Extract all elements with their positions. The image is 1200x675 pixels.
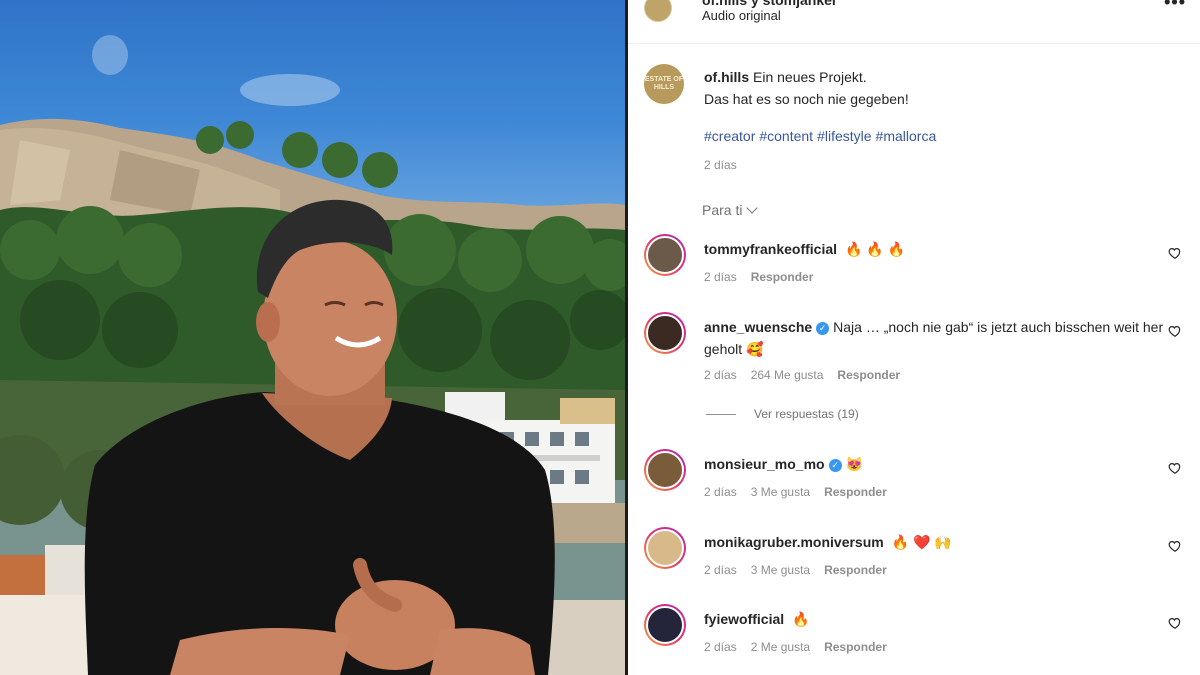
comment-likes[interactable]: 264 Me gusta [751, 368, 824, 382]
comment-time: 2 días [704, 640, 737, 654]
comment-time: 2 días [704, 368, 737, 382]
heart-icon[interactable] [1168, 616, 1182, 630]
comment-username[interactable]: anne_wuensche [704, 319, 812, 335]
comment-emoji: 🔥 🔥 🔥 [845, 241, 906, 257]
verified-badge-icon: ✓ [828, 459, 842, 472]
verified-badge-icon: ✓ [816, 322, 830, 335]
caption-timestamp: 2 días [704, 158, 737, 172]
heart-icon[interactable] [1168, 461, 1182, 475]
heart-icon[interactable] [1168, 539, 1182, 553]
comments-panel: of.hills y stomjanker Audio original •••… [628, 0, 1200, 675]
audio-label[interactable]: Audio original [702, 8, 781, 23]
comment-avatar[interactable] [644, 604, 686, 646]
caption-avatar[interactable]: ESTATE OF HILLS [644, 64, 684, 104]
avatar-logo-text: ESTATE OF HILLS [644, 76, 684, 91]
comment-body: fyiewofficial 🔥 [704, 608, 1164, 630]
sort-dropdown[interactable]: Para ti [702, 202, 759, 218]
comment-body: monsieur_mo_mo ✓ 😻 [704, 453, 1164, 475]
comment-meta: 2 días Responder [704, 270, 827, 284]
comment-username[interactable]: monsieur_mo_mo [704, 456, 825, 472]
comment-meta: 2 días 3 Me gusta Responder [704, 485, 901, 499]
comment-meta: 2 días 3 Me gusta Responder [704, 563, 901, 577]
view-replies-button[interactable]: Ver respuestas (19) [706, 407, 859, 421]
comment-username[interactable]: monikagruber.moniversum [704, 534, 884, 550]
reply-button[interactable]: Responder [837, 368, 900, 382]
comment-avatar[interactable] [644, 234, 686, 276]
caption-line2: Das hat es so noch nie gegeben! [704, 91, 909, 107]
post-header: of.hills y stomjanker Audio original ••• [628, 0, 1200, 44]
caption-text: of.hills Ein neues Projekt. Das hat es s… [704, 66, 909, 110]
comment-meta: 2 días 2 Me gusta Responder [704, 640, 901, 654]
comment-time: 2 días [704, 270, 737, 284]
comment-body: monikagruber.moniversum 🔥 ❤️ 🙌 [704, 531, 1164, 553]
reply-button[interactable]: Responder [824, 640, 887, 654]
author-avatar[interactable] [644, 0, 672, 22]
caption-line1: Ein neues Projekt. [753, 69, 867, 85]
comment-time: 2 días [704, 563, 737, 577]
more-options-icon[interactable]: ••• [1164, 0, 1186, 13]
comment-body: anne_wuensche ✓ Naja … „noch nie gab“ is j… [704, 316, 1164, 360]
comment-emoji: 🔥 [792, 611, 810, 627]
hashtag-link[interactable]: #mallorca [876, 128, 937, 144]
photo-illustration [0, 35, 625, 675]
post-photo[interactable] [0, 0, 625, 675]
chevron-down-icon [746, 202, 759, 214]
comment-emoji: 🥰 [746, 341, 764, 357]
comment-time: 2 días [704, 485, 737, 499]
comment-likes[interactable]: 3 Me gusta [751, 563, 810, 577]
comment-avatar[interactable] [644, 312, 686, 354]
heart-icon[interactable] [1168, 246, 1182, 260]
comment-username[interactable]: fyiewofficial [704, 611, 784, 627]
comment-emoji: 🔥 ❤️ 🙌 [891, 534, 952, 550]
comment-body: tommyfrankeofficial 🔥 🔥 🔥 [704, 238, 1164, 260]
replies-line [706, 413, 736, 415]
heart-icon[interactable] [1168, 324, 1182, 338]
comment-meta: 2 días 264 Me gusta Responder [704, 368, 914, 382]
sort-label: Para ti [702, 202, 743, 218]
comment-emoji: 😻 [845, 456, 864, 472]
reply-button[interactable]: Responder [824, 485, 887, 499]
reply-button[interactable]: Responder [751, 270, 814, 284]
reply-button[interactable]: Responder [824, 563, 887, 577]
hashtag-link[interactable]: #lifestyle [817, 128, 871, 144]
comment-likes[interactable]: 2 Me gusta [751, 640, 810, 654]
comment-likes[interactable]: 3 Me gusta [751, 485, 810, 499]
comment-avatar[interactable] [644, 449, 686, 491]
caption-username[interactable]: of.hills [704, 69, 749, 85]
comment-username[interactable]: tommyfrankeofficial [704, 241, 837, 257]
comment-avatar[interactable] [644, 527, 686, 569]
hashtag-link[interactable]: #creator [704, 128, 755, 144]
view-replies-label: Ver respuestas (19) [754, 407, 859, 421]
hashtags: #creator #content #lifestyle #mallorca [704, 128, 940, 144]
hashtag-link[interactable]: #content [759, 128, 813, 144]
post-author-names[interactable]: of.hills y stomjanker [702, 0, 837, 8]
